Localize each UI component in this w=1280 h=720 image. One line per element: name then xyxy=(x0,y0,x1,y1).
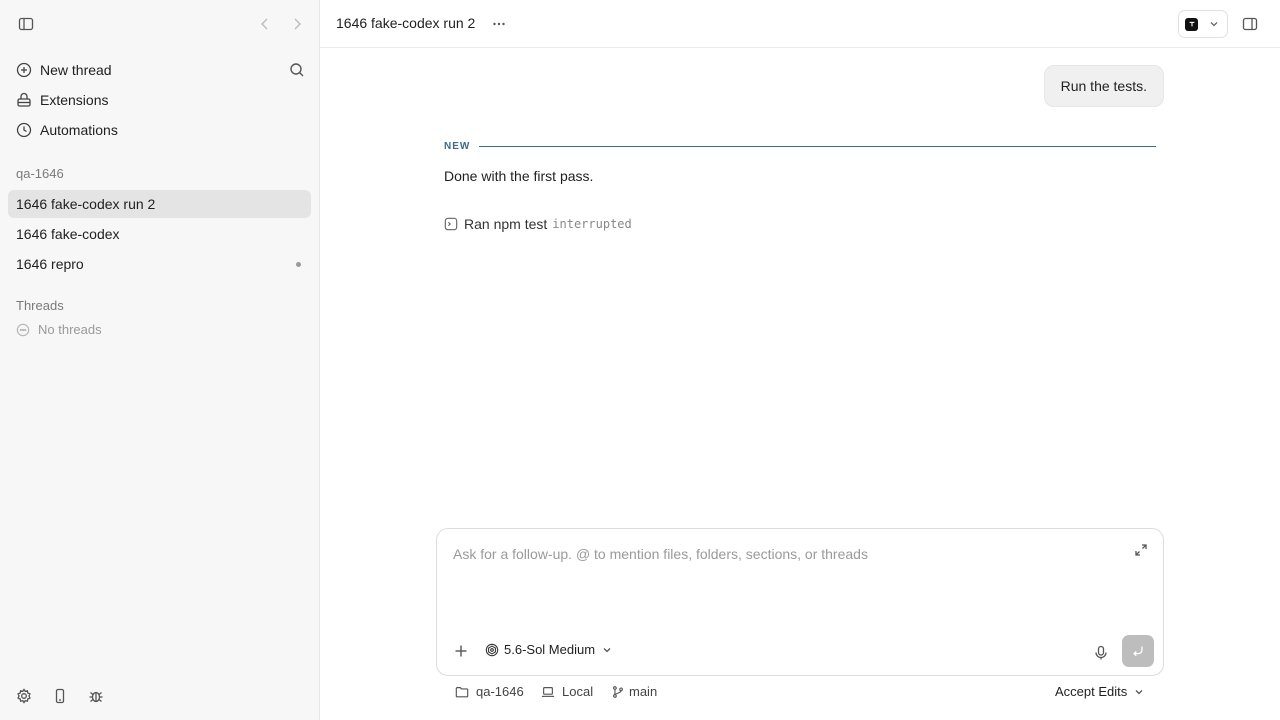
chevron-down-icon xyxy=(1135,689,1143,694)
environment-label: Local xyxy=(562,684,594,699)
branch-label: main xyxy=(629,684,658,699)
add-attachment-icon[interactable] xyxy=(450,640,472,662)
terminal-icon xyxy=(444,217,458,231)
assistant-message-text: Done with the first pass. xyxy=(444,168,594,184)
new-thread-button[interactable]: New thread xyxy=(8,55,311,85)
edit-mode-selector[interactable]: Accept Edits xyxy=(1055,684,1145,699)
extensions-nav-item[interactable]: Extensions xyxy=(8,85,311,115)
chevron-down-icon xyxy=(603,647,611,652)
chevron-down-icon xyxy=(1210,22,1218,27)
nav-label-extensions: Extensions xyxy=(40,92,109,108)
plus-circle-icon xyxy=(16,62,32,78)
follow-up-input[interactable] xyxy=(453,543,1113,565)
tool-call-status: interrupted xyxy=(552,217,632,231)
page-title: 1646 fake-codex run 2 xyxy=(336,15,476,31)
unread-dot xyxy=(296,262,301,267)
composer: 5.6-Sol Medium xyxy=(436,528,1164,676)
more-options-icon[interactable] xyxy=(488,13,510,35)
no-threads-row: No threads xyxy=(16,322,102,337)
folder-selector[interactable]: qa-1646 xyxy=(455,684,524,699)
back-arrow-icon[interactable] xyxy=(254,13,276,35)
agent-selector[interactable] xyxy=(1178,10,1228,38)
sidebar-thread-item[interactable]: 1646 fake-codex run 2 xyxy=(8,190,311,218)
agent-logo-icon xyxy=(1185,17,1198,31)
project-label: qa-1646 xyxy=(16,166,64,181)
user-message-bubble: Run the tests. xyxy=(1043,65,1164,107)
git-branch-icon xyxy=(613,685,623,698)
threads-section-label: Threads xyxy=(16,298,64,313)
laptop-icon xyxy=(541,686,555,697)
environment-selector[interactable]: Local xyxy=(541,684,593,699)
nav-label-automations: Automations xyxy=(40,122,118,138)
model-label: 5.6-Sol Medium xyxy=(504,642,596,657)
extensions-icon xyxy=(17,92,31,107)
folder-label: qa-1646 xyxy=(476,684,524,699)
sidebar-thread-item[interactable]: 1646 fake-codex xyxy=(8,220,311,248)
forward-arrow-icon[interactable] xyxy=(286,13,308,35)
thread-header: 1646 fake-codex run 2 xyxy=(320,0,1280,48)
thread-label: 1646 repro xyxy=(16,256,84,272)
nav-label-new-thread: New thread xyxy=(40,62,112,78)
new-messages-divider: NEW xyxy=(444,139,1156,153)
automations-nav-item[interactable]: Automations xyxy=(8,115,311,145)
new-divider-label: NEW xyxy=(444,140,471,152)
thread-label: 1646 fake-codex run 2 xyxy=(16,196,156,212)
send-arrow-icon xyxy=(1133,646,1143,657)
user-message-text: Run the tests. xyxy=(1060,78,1147,94)
main-panel: 1646 fake-codex run 2 Run the tests. NEW… xyxy=(320,0,1280,720)
clock-icon xyxy=(16,122,32,138)
tool-call-row[interactable]: Ran npm test interrupted xyxy=(444,216,632,232)
model-logo-icon xyxy=(485,643,499,656)
search-icon[interactable] xyxy=(286,59,308,81)
toggle-sidebar-icon[interactable] xyxy=(15,13,37,35)
expand-icon[interactable] xyxy=(1133,542,1149,558)
gear-icon[interactable] xyxy=(13,685,35,707)
no-threads-text: No threads xyxy=(38,322,102,337)
tool-call-label: Ran npm test xyxy=(464,216,548,232)
edit-mode-label: Accept Edits xyxy=(1055,684,1128,699)
branch-selector[interactable]: main xyxy=(611,684,657,699)
send-button[interactable] xyxy=(1122,635,1154,667)
bug-icon[interactable] xyxy=(85,685,107,707)
model-selector[interactable]: 5.6-Sol Medium xyxy=(485,642,613,657)
toggle-panel-icon[interactable] xyxy=(1239,13,1261,35)
sidebar: New thread Extensions Automations qa-164… xyxy=(0,0,320,720)
chat-bubble-icon xyxy=(16,323,30,336)
sidebar-thread-item[interactable]: 1646 repro xyxy=(8,250,311,278)
phone-icon[interactable] xyxy=(49,685,71,707)
thread-label: 1646 fake-codex xyxy=(16,226,120,242)
folder-icon xyxy=(455,686,469,697)
microphone-icon[interactable] xyxy=(1090,642,1112,664)
divider-line xyxy=(479,145,1156,147)
